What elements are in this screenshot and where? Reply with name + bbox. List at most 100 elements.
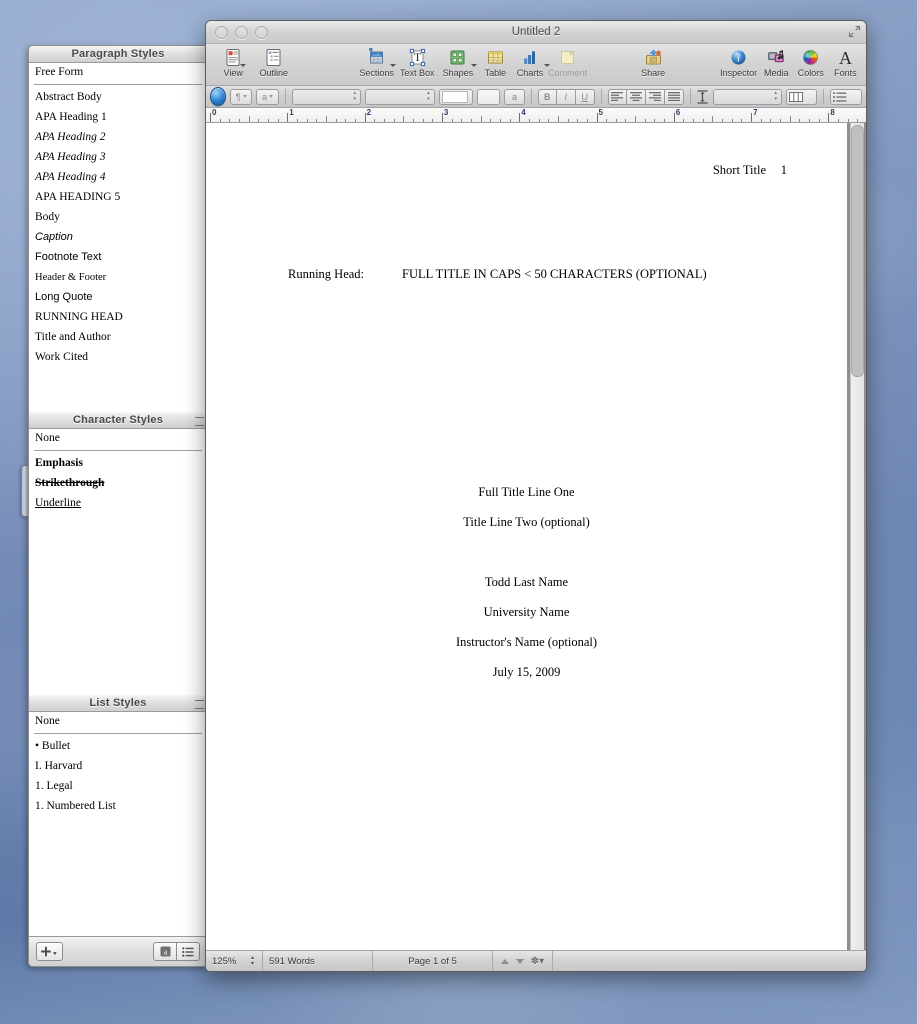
toolbar-button-view[interactable]: View	[213, 47, 254, 78]
align-center-button[interactable]	[626, 88, 646, 105]
line-spacing-combo[interactable]: ▴ ▾	[712, 88, 783, 105]
character-style-icon: a	[160, 946, 170, 957]
paragraph-style-selected[interactable]: Free Form	[29, 63, 207, 83]
document-canvas[interactable]: Short Title 1 Running Head: FULL TITLE I…	[206, 123, 866, 950]
ruler-minor-tick	[799, 118, 801, 122]
paragraph-style-item[interactable]: RUNNING HEAD	[29, 308, 207, 328]
drawer-resize-handle[interactable]	[21, 465, 28, 517]
toolbar-button-media[interactable]: Media	[759, 47, 794, 78]
underline-label: U	[581, 91, 588, 102]
paragraph-styles-list[interactable]: Free Form Abstract Body APA Heading 1 AP…	[29, 63, 207, 412]
character-style-selected[interactable]: None	[29, 429, 207, 449]
list-style-item[interactable]: I. Harvard	[29, 757, 207, 777]
doc-header-page-number[interactable]: 1	[781, 163, 787, 178]
bold-button[interactable]: B	[537, 88, 557, 105]
doc-title-line-two[interactable]: Title Line Two (optional)	[206, 515, 847, 530]
toolbar-button-fonts[interactable]: A Fonts	[828, 47, 863, 79]
character-style-popup[interactable]: a	[256, 88, 279, 105]
toolbar-button-outline[interactable]: Outline	[254, 47, 295, 78]
view-menu-caret-icon[interactable]	[239, 64, 246, 67]
ruler-minor-tick	[741, 118, 743, 122]
doc-title-line-one[interactable]: Full Title Line One	[206, 485, 847, 500]
columns-popup[interactable]	[786, 88, 817, 105]
shapes-menu-caret-icon[interactable]	[471, 64, 478, 67]
list-popup[interactable]	[829, 88, 863, 105]
doc-date[interactable]: July 15, 2009	[206, 665, 847, 680]
list-style-item[interactable]: • Bullet	[29, 737, 207, 757]
toolbar-button-table[interactable]: Table	[478, 47, 513, 78]
add-style-button[interactable]	[36, 942, 63, 961]
triangle-up-icon[interactable]	[500, 958, 509, 964]
paragraph-style-item[interactable]: APA Heading 1	[29, 108, 207, 128]
list-style-item[interactable]: 1. Legal	[29, 777, 207, 797]
triangle-down-icon[interactable]	[515, 958, 524, 964]
paragraph-style-item[interactable]: Abstract Body	[29, 88, 207, 108]
paragraph-style-item[interactable]: Work Cited	[29, 348, 207, 368]
doc-header-running-title[interactable]: Short Title	[713, 163, 766, 178]
align-justify-button[interactable]	[664, 88, 684, 105]
font-family-stepper-icon[interactable]: ▴ ▾	[351, 91, 358, 103]
character-styles-resize-grip-icon[interactable]	[195, 417, 204, 426]
main-toolbar: View Outline Sections T Text Box Shapes …	[206, 44, 866, 86]
list-style-selected[interactable]: None	[29, 712, 207, 732]
toolbar-button-text-box[interactable]: T Text Box	[397, 47, 438, 78]
document-page[interactable]: Short Title 1 Running Head: FULL TITLE I…	[206, 123, 847, 950]
paragraph-style-item[interactable]: Header & Footer	[29, 268, 207, 288]
character-style-item[interactable]: Underline	[29, 494, 207, 514]
paragraph-style-item[interactable]: Body	[29, 208, 207, 228]
ruler-minor-tick	[470, 118, 472, 122]
toolbar-button-inspector[interactable]: i Inspector	[718, 47, 759, 78]
sections-menu-caret-icon[interactable]	[389, 64, 396, 67]
character-style-toggle-button[interactable]: a	[153, 942, 177, 961]
doc-running-head-value[interactable]: FULL TITLE IN CAPS < 50 CHARACTERS (OPTI…	[402, 267, 707, 282]
window-titlebar[interactable]: Untitled 2	[206, 21, 866, 44]
ruler-minor-tick	[374, 118, 376, 122]
horizontal-ruler[interactable]: 0 1 2 3 4 5 6 7 8	[206, 108, 866, 123]
zoom-stepper-icon[interactable]: ▴ ▾	[249, 955, 256, 967]
toolbar-button-charts[interactable]: Charts	[513, 47, 551, 78]
list-styles-resize-grip-icon[interactable]	[195, 700, 204, 709]
toolbar-button-share[interactable]: Share	[633, 47, 674, 78]
font-size-combo[interactable]: ▴ ▾	[365, 88, 435, 105]
toolbar-button-shapes[interactable]: Shapes	[438, 47, 479, 78]
list-style-toggle-button[interactable]	[177, 942, 200, 961]
font-size-stepper-icon[interactable]: ▴ ▾	[425, 91, 432, 103]
zoom-control[interactable]: 125% ▴ ▾	[206, 951, 263, 971]
italic-button[interactable]: I	[556, 88, 576, 105]
font-family-combo[interactable]: ▴ ▾	[291, 88, 362, 105]
character-styles-list[interactable]: None Emphasis Strikethrough Underline	[29, 429, 207, 695]
character-style-item[interactable]: Strikethrough	[29, 474, 207, 494]
align-left-button[interactable]	[607, 88, 627, 105]
toolbar-button-colors[interactable]: Colors	[794, 47, 829, 78]
paragraph-style-item[interactable]: APA Heading 4	[29, 168, 207, 188]
toolbar-button-sections[interactable]: Sections	[356, 47, 397, 78]
align-right-button[interactable]	[645, 88, 665, 105]
paragraph-style-popup[interactable]: ¶	[229, 88, 253, 105]
paragraph-style-item[interactable]: APA Heading 2	[29, 128, 207, 148]
highlight-color-button[interactable]: a	[504, 88, 525, 105]
doc-author-name[interactable]: Todd Last Name	[206, 575, 847, 590]
paragraph-style-item[interactable]: Footnote Text	[29, 248, 207, 268]
page-navigation: ✽▾	[493, 951, 553, 971]
line-spacing-icon[interactable]	[696, 89, 708, 104]
doc-running-head-label[interactable]: Running Head:	[288, 267, 364, 282]
paragraph-style-item[interactable]: APA HEADING 5	[29, 188, 207, 208]
style-drawer-toggle-icon[interactable]	[210, 87, 226, 106]
toolbar-label-comment: Comment	[548, 68, 588, 78]
fill-color-field[interactable]	[476, 88, 501, 105]
resize-corner-icon[interactable]	[848, 25, 861, 38]
paragraph-style-item[interactable]: Long Quote	[29, 288, 207, 308]
paragraph-style-item[interactable]: Title and Author	[29, 328, 207, 348]
line-spacing-stepper-icon[interactable]: ▴ ▾	[772, 91, 779, 103]
paragraph-style-item[interactable]: APA Heading 3	[29, 148, 207, 168]
paragraph-style-item[interactable]: Caption	[29, 228, 207, 248]
vertical-scrollbar-thumb[interactable]	[851, 125, 864, 377]
list-style-item[interactable]: 1. Numbered List	[29, 797, 207, 817]
gear-icon[interactable]: ✽▾	[531, 956, 544, 967]
character-style-item[interactable]: Emphasis	[29, 454, 207, 474]
text-color-popup[interactable]	[438, 88, 473, 105]
list-styles-list[interactable]: None • Bullet I. Harvard 1. Legal 1. Num…	[29, 712, 207, 936]
doc-instructor-name[interactable]: Instructor's Name (optional)	[206, 635, 847, 650]
underline-button[interactable]: U	[575, 88, 595, 105]
doc-university-name[interactable]: University Name	[206, 605, 847, 620]
